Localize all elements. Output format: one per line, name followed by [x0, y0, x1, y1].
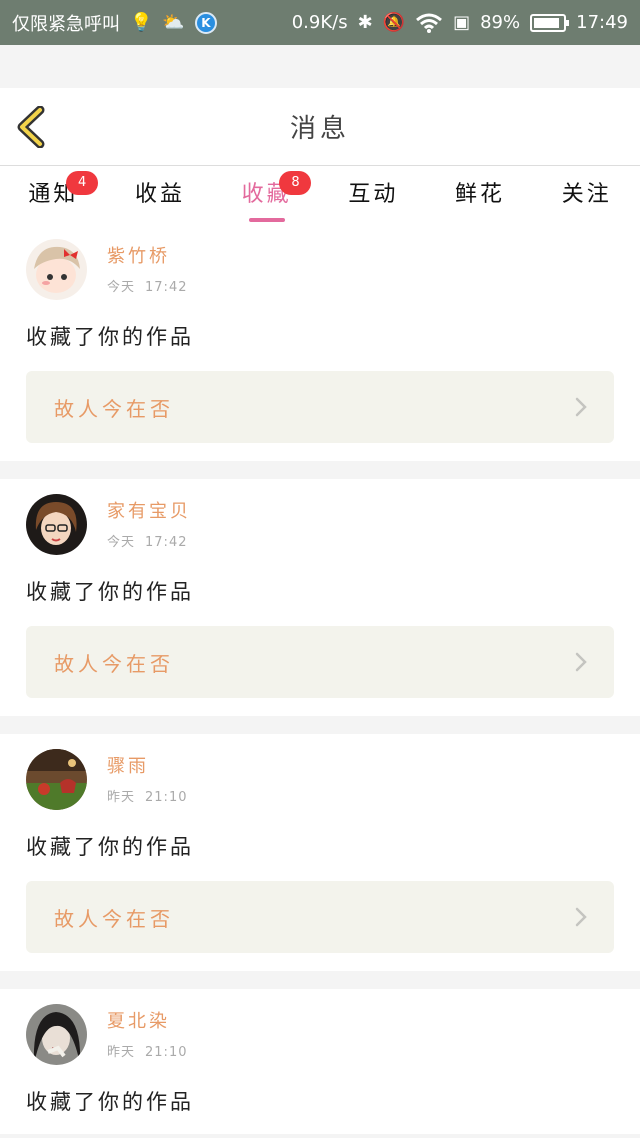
tab-label: 互动 — [348, 182, 399, 207]
message-card: 紫竹桥今天 17:42 收藏了你的作品故人今在否 — [0, 224, 640, 461]
timestamp-time: 17:42 — [145, 280, 188, 295]
app-header: 消息 — [0, 88, 640, 166]
unread-badge: 8 — [279, 171, 312, 195]
work-title: 故人今在否 — [54, 651, 174, 676]
weather-icon: ⛅ — [162, 12, 185, 33]
message-card: 骤雨昨天 21:10 收藏了你的作品故人今在否 — [0, 734, 640, 971]
wifi-icon — [416, 13, 443, 33]
chevron-right-icon — [575, 652, 587, 672]
work-link[interactable]: 故人今在否 — [26, 371, 614, 443]
work-link[interactable]: 故人今在否 — [26, 626, 614, 698]
spacer — [0, 45, 640, 88]
tab-3[interactable]: 互动 — [320, 176, 427, 208]
battery-level-fill — [534, 17, 560, 28]
timestamp: 今天 17:42 — [107, 531, 191, 550]
timestamp: 昨天 21:10 — [107, 786, 187, 805]
battery-percent: 89% — [480, 12, 521, 33]
timestamp-day: 今天 — [107, 535, 136, 550]
tab-5[interactable]: 关注 — [533, 176, 640, 208]
action-text: 收藏了你的作品 — [26, 1090, 194, 1114]
message-card: 家有宝贝今天 17:42 收藏了你的作品故人今在否 — [0, 479, 640, 716]
active-tab-indicator — [248, 218, 285, 222]
status-bar: 仅限紧急呼叫 💡 ⛅ K 0.9K/s ✱ 🔕 ▣ 89% 17:49 — [0, 0, 640, 45]
action-text: 收藏了你的作品 — [26, 835, 194, 859]
action-text: 收藏了你的作品 — [26, 580, 194, 604]
tab-4[interactable]: 鲜花 — [427, 176, 534, 208]
tab-2[interactable]: 收藏 8 — [213, 171, 320, 222]
k-app-icon: K — [194, 11, 217, 34]
avatar[interactable] — [26, 239, 87, 300]
network-speed: 0.9K/s — [291, 12, 348, 33]
message-feed: 紫竹桥 今天 17:42 收藏了你的作品 故人今在否 家有宝贝 今天 17:42 收藏了你的作品… — [0, 224, 640, 1134]
timestamp-time: 17:42 — [145, 535, 188, 550]
username[interactable]: 紫竹桥 — [107, 242, 187, 268]
tab-label: 鲜花 — [455, 182, 506, 207]
timestamp-day: 昨天 — [107, 1045, 136, 1060]
chevron-right-icon — [575, 907, 587, 927]
silent-icon: 🔕 — [382, 12, 406, 33]
work-title: 故人今在否 — [54, 906, 174, 931]
page-title: 消息 — [289, 114, 350, 144]
timestamp-time: 21:10 — [145, 1045, 188, 1060]
chevron-left-icon[interactable] — [14, 106, 54, 148]
tab-label: 关注 — [561, 182, 612, 207]
tab-1[interactable]: 收益 — [107, 176, 214, 208]
username[interactable]: 家有宝贝 — [107, 497, 191, 523]
timestamp: 今天 17:42 — [107, 276, 187, 295]
username[interactable]: 骤雨 — [107, 752, 187, 778]
action-text: 收藏了你的作品 — [26, 325, 194, 349]
work-link[interactable]: 故人今在否 — [26, 881, 614, 953]
message-card: 夏北染昨天 21:10 收藏了你的作品 — [0, 989, 640, 1134]
timestamp-day: 昨天 — [107, 790, 136, 805]
battery-icon — [530, 13, 570, 32]
avatar[interactable] — [26, 749, 87, 810]
timestamp-time: 21:10 — [145, 790, 188, 805]
carrier-text: 仅限紧急呼叫 — [12, 13, 120, 35]
bluetooth-icon: ✱ — [357, 12, 373, 33]
avatar[interactable] — [26, 494, 87, 555]
username[interactable]: 夏北染 — [107, 1007, 187, 1033]
sim-icon: ▣ — [453, 12, 471, 33]
chevron-right-icon — [575, 397, 587, 417]
bulb-icon: 💡 — [130, 12, 153, 33]
tab-label: 收益 — [135, 182, 186, 207]
work-title: 故人今在否 — [54, 396, 174, 421]
timestamp-day: 今天 — [107, 280, 136, 295]
unread-badge: 4 — [66, 171, 99, 195]
clock: 17:49 — [576, 12, 628, 33]
tab-bar: 通知 4 收益 收藏 8 互动 鲜花 关注 — [0, 166, 640, 224]
tab-0[interactable]: 通知 4 — [0, 171, 107, 208]
timestamp: 昨天 21:10 — [107, 1041, 187, 1060]
avatar[interactable] — [26, 1004, 87, 1065]
